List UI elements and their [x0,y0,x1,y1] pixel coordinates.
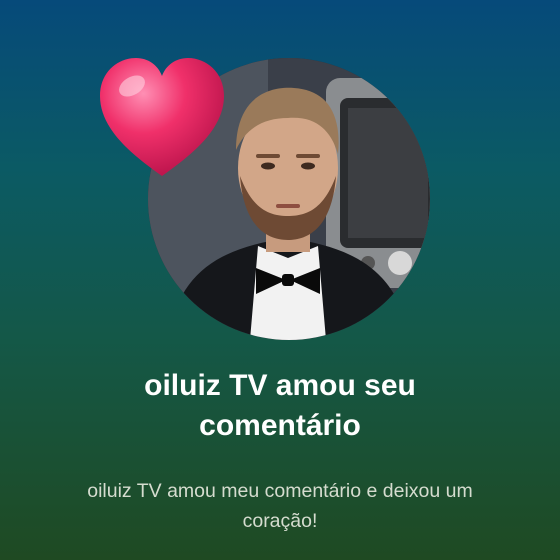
heart-icon [96,54,228,180]
notification-title: oiluiz TV amou seu comentário [144,369,416,442]
notification-message: oiluiz TV amou meu comentário e deixou u… [87,480,473,532]
notification-card: oiluiz TV amou seu comentário oiluiz TV … [0,0,560,560]
